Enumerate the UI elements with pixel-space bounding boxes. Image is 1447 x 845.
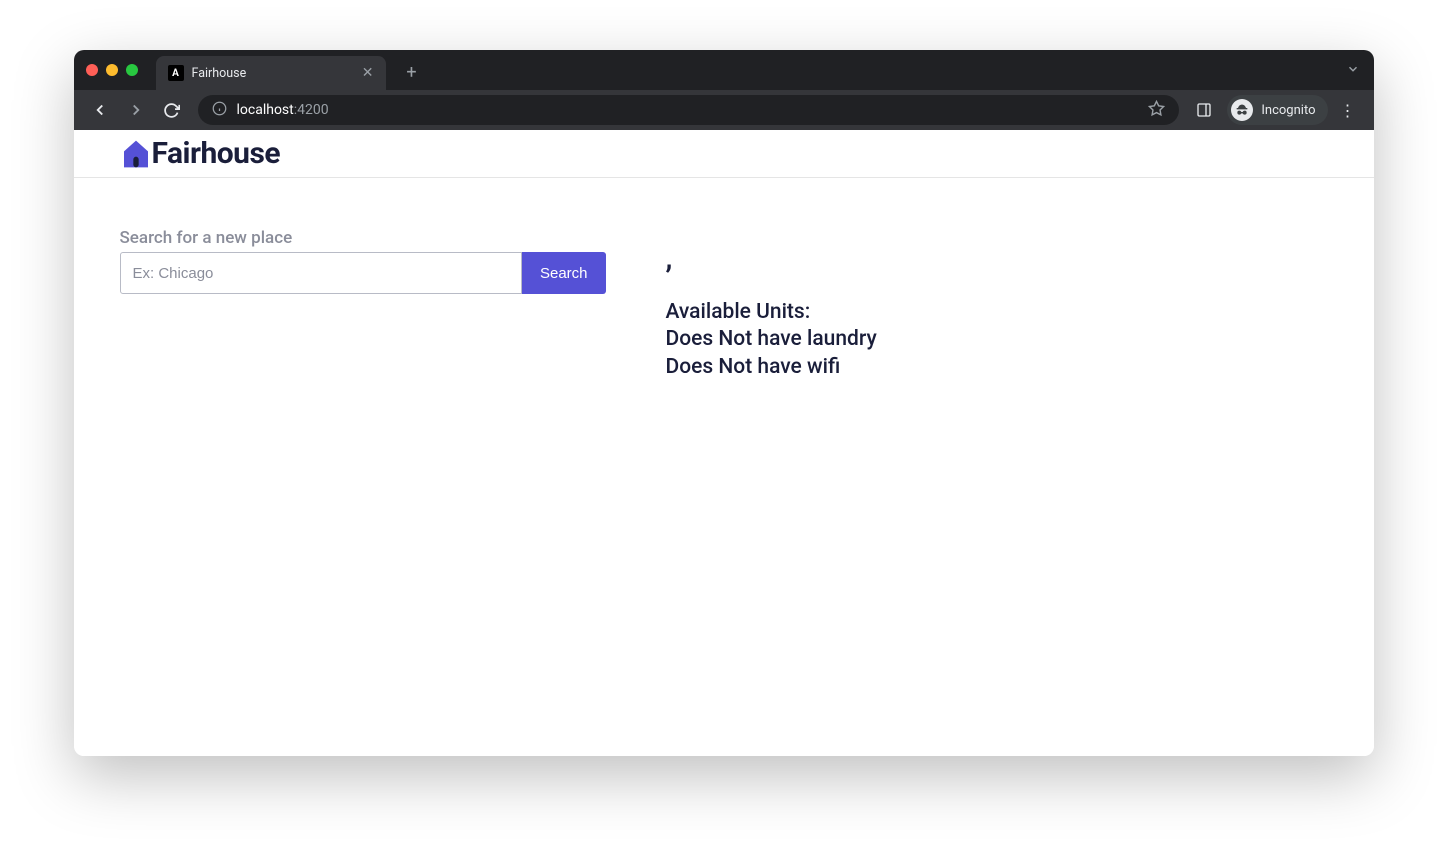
address-bar-row: localhost:4200 Incognito ⋮ — [74, 90, 1374, 130]
laundry-line: Does Not have laundry — [666, 326, 877, 353]
search-section: Search for a new place Search — [120, 228, 606, 381]
available-units-line: Available Units: — [666, 299, 877, 326]
window-controls — [86, 64, 138, 76]
maximize-window-button[interactable] — [126, 64, 138, 76]
wifi-line: Does Not have wifi — [666, 354, 877, 381]
close-window-button[interactable] — [86, 64, 98, 76]
minimize-window-button[interactable] — [106, 64, 118, 76]
incognito-label: Incognito — [1261, 103, 1315, 118]
app-header: Fairhouse — [74, 130, 1374, 178]
address-bar[interactable]: localhost:4200 — [198, 95, 1180, 125]
browser-tab[interactable]: A Fairhouse ✕ — [156, 56, 386, 90]
tab-favicon: A — [168, 65, 184, 81]
bookmark-star-icon[interactable] — [1148, 100, 1165, 121]
close-tab-icon[interactable]: ✕ — [362, 65, 374, 81]
search-row: Search — [120, 252, 606, 294]
tabs-dropdown-icon[interactable] — [1346, 61, 1360, 80]
tab-title: Fairhouse — [192, 66, 354, 81]
url-text: localhost:4200 — [237, 102, 1139, 118]
incognito-badge[interactable]: Incognito — [1227, 95, 1327, 125]
back-button[interactable] — [84, 94, 116, 126]
main-area: Search for a new place Search , Availabl… — [74, 178, 1374, 431]
forward-button[interactable] — [120, 94, 152, 126]
search-label: Search for a new place — [120, 228, 606, 248]
browser-menu-icon[interactable]: ⋮ — [1332, 101, 1364, 120]
details-section: , Available Units: Does Not have laundry… — [666, 228, 877, 381]
reload-button[interactable] — [156, 94, 188, 126]
listing-heading: , — [666, 242, 877, 275]
incognito-icon — [1231, 99, 1253, 121]
page-content: Fairhouse Search for a new place Search … — [74, 130, 1374, 756]
brand-name: Fairhouse — [152, 136, 281, 171]
house-icon — [120, 138, 152, 170]
url-host: localhost — [237, 102, 294, 118]
site-info-icon[interactable] — [212, 101, 227, 120]
brand-logo[interactable]: Fairhouse — [120, 136, 281, 171]
url-port: :4200 — [294, 102, 329, 118]
search-input[interactable] — [120, 252, 522, 294]
side-panel-icon[interactable] — [1189, 95, 1219, 125]
browser-chrome: A Fairhouse ✕ + — [74, 50, 1374, 130]
tab-bar: A Fairhouse ✕ + — [74, 50, 1374, 90]
search-button[interactable]: Search — [522, 252, 606, 294]
new-tab-button[interactable]: + — [398, 58, 426, 86]
browser-window: A Fairhouse ✕ + — [74, 50, 1374, 756]
